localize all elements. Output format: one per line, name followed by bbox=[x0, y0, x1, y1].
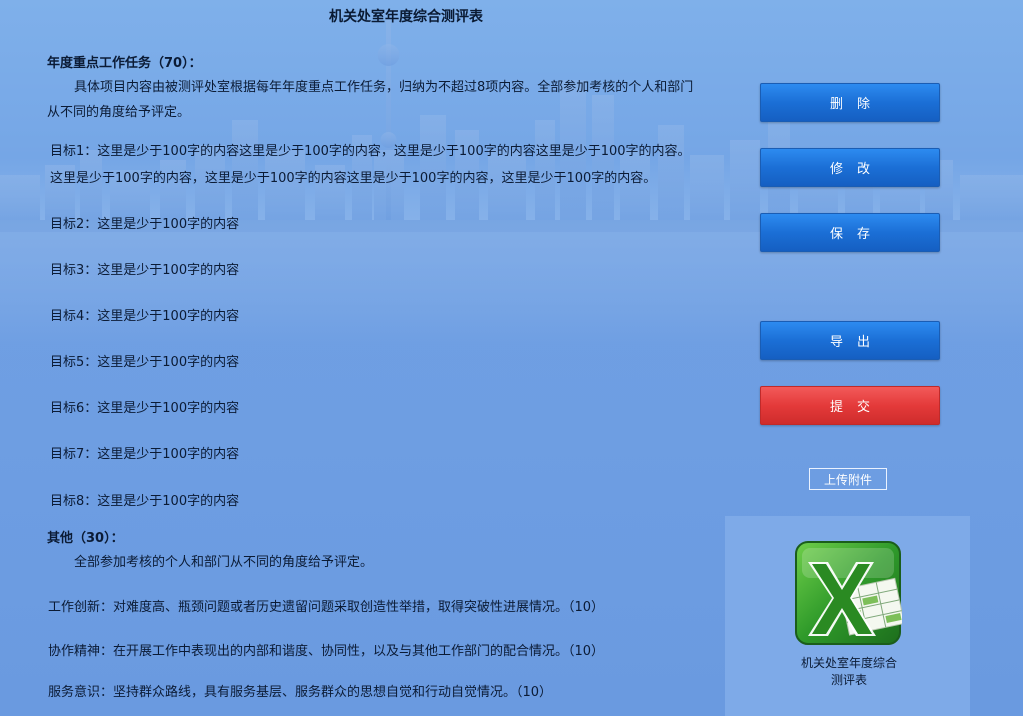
goal-1-line-2: 这里是少于100字的内容，这里是少于100字的内容这里是少于100字的内容，这里… bbox=[50, 171, 657, 186]
goal-item: 目标4：这里是少于100字的内容 bbox=[50, 309, 240, 324]
delete-button[interactable]: 删除 bbox=[760, 83, 940, 122]
key-tasks-description-cont: 从不同的角度给予评定。 bbox=[47, 105, 191, 120]
others-item: 协作精神：在开展工作中表现出的内部和谐度、协同性，以及与其他工作部门的配合情况。… bbox=[48, 644, 605, 659]
edit-button[interactable]: 修改 bbox=[760, 148, 940, 187]
save-button[interactable]: 保存 bbox=[760, 213, 940, 252]
goal-item: 目标2：这里是少于100字的内容 bbox=[50, 217, 240, 232]
goal-1-line-1: 目标1：这里是少于100字的内容这里是少于100字的内容，这里是少于100字的内… bbox=[50, 144, 691, 159]
goal-item: 目标7：这里是少于100字的内容 bbox=[50, 447, 240, 462]
others-description: 全部参加考核的个人和部门从不同的角度给予评定。 bbox=[74, 555, 374, 570]
attachment-filename[interactable]: 机关处室年度综合 测评表 bbox=[790, 655, 908, 689]
submit-button[interactable]: 提交 bbox=[760, 386, 940, 425]
key-tasks-heading: 年度重点工作任务（70）： bbox=[47, 56, 202, 71]
page-title: 机关处室年度综合测评表 bbox=[329, 9, 483, 25]
excel-file-icon[interactable] bbox=[794, 540, 902, 646]
others-item: 工作创新：对难度高、瓶颈问题或者历史遗留问题采取创造性举措，取得突破性进展情况。… bbox=[48, 600, 605, 615]
attachment-filename-line-1: 机关处室年度综合 bbox=[800, 656, 897, 670]
attachment-filename-line-2: 测评表 bbox=[830, 673, 867, 687]
goal-item: 目标6：这里是少于100字的内容 bbox=[50, 401, 240, 416]
goal-item: 目标5：这里是少于100字的内容 bbox=[50, 355, 240, 370]
goal-item: 目标8：这里是少于100字的内容 bbox=[50, 494, 240, 509]
goal-item: 目标3：这里是少于100字的内容 bbox=[50, 263, 240, 278]
key-tasks-description: 具体项目内容由被测评处室根据每年年度重点工作任务，归纳为不超过8项内容。全部参加… bbox=[74, 80, 694, 95]
others-item: 服务意识：坚持群众路线，具有服务基层、服务群众的思想自觉和行动自觉情况。（10） bbox=[48, 685, 553, 700]
others-heading: 其他（30）： bbox=[47, 531, 124, 546]
export-button[interactable]: 导出 bbox=[760, 321, 940, 360]
upload-attachment-button[interactable]: 上传附件 bbox=[809, 468, 887, 490]
